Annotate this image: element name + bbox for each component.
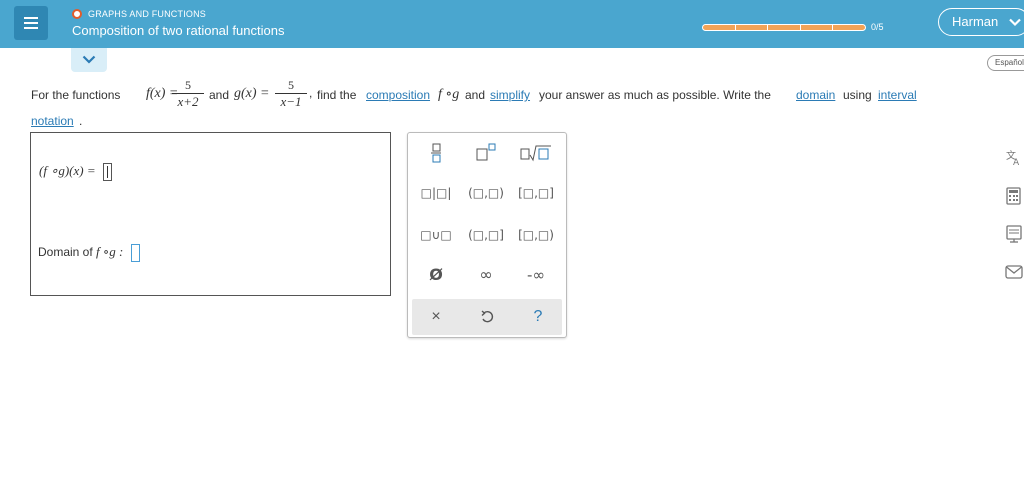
progress-segment [801,25,834,30]
menu-icon-line [24,17,38,19]
f-numerator: 5 [185,78,191,92]
topic-label: GRAPHS AND FUNCTIONS [88,9,207,19]
question-intro: For the functions [31,88,121,102]
composition-link[interactable]: composition [366,88,430,102]
progress-segment [833,25,865,30]
message-icon[interactable] [1004,262,1024,282]
progress-label: 0/5 [871,22,884,32]
superscript-key[interactable] [464,139,508,167]
collapse-header-button[interactable] [71,48,107,72]
progress-segment [736,25,769,30]
square-root-icon [520,145,551,162]
open-interval-key[interactable]: (□,□) [464,179,508,207]
question-period: . [79,114,83,128]
undo-icon [481,310,494,323]
domain-link[interactable]: domain [796,88,835,102]
g-denominator: x−1 [280,94,302,109]
fraction-icon [431,143,441,163]
text-cursor [106,166,108,179]
f-denominator: x+2 [177,94,199,109]
undo-button[interactable] [465,303,509,331]
negative-infinity-key[interactable]: -∞ [514,261,558,289]
menu-icon-line [24,27,38,29]
question-and-2: and [465,88,486,102]
composition-answer-row: (f ∘g)(x) = [39,163,112,182]
union-key[interactable]: □∪□ [414,221,458,249]
g-definition-lhs: g(x) = [234,86,270,101]
infinity-key[interactable]: ∞ [464,261,508,289]
question-comma: , [309,86,313,100]
user-name: Harman [952,14,999,29]
closed-interval-key[interactable]: [□,□] [514,179,558,207]
user-menu-button[interactable]: Harman [938,8,1024,36]
fraction-key[interactable] [414,139,458,167]
open-closed-interval-key[interactable]: (□,□] [464,221,508,249]
menu-icon-line [24,22,38,24]
translate-icon[interactable]: 文A [1004,147,1024,168]
progress-bar [702,24,866,31]
menu-button[interactable] [14,6,48,40]
fog-expression: f ∘g [438,87,460,102]
progress-segment [768,25,801,30]
question-rest: your answer as much as possible. Write t… [539,88,771,102]
clear-button[interactable]: × [414,303,458,331]
help-button[interactable]: ? [516,303,560,331]
question-and: and [209,88,230,102]
topic-row: GRAPHS AND FUNCTIONS [72,8,206,20]
page-title: Composition of two rational functions [72,23,285,38]
topic-status-icon [72,9,82,19]
notation-link[interactable]: notation [31,114,74,128]
g-fraction: 5 x−1 [275,77,307,110]
domain-answer-input[interactable] [130,244,140,262]
sqrt-key[interactable] [514,139,558,167]
math-keypad: □|□| (□,□) [□,□] □∪□ (□,□] [□,□) Ø ∞ -∞ … [407,132,567,338]
answer-area: (f ∘g)(x) = Domain of f ∘g : [30,132,391,296]
superscript-icon [476,143,496,161]
question-find-the: find the [317,88,357,102]
domain-answer-row: Domain of f ∘g : [38,244,140,262]
question-using: using [843,88,872,102]
f-fraction: 5 x+2 [172,77,204,110]
simplify-link[interactable]: simplify [490,88,530,102]
absolute-value-key[interactable]: □|□| [414,179,458,207]
progress-segment [703,25,736,30]
keypad-action-row: × ? [412,299,562,335]
g-numerator: 5 [288,78,294,92]
chevron-down-icon [82,55,96,64]
chevron-down-icon [1009,18,1021,27]
domain-label: Domain of [38,245,93,260]
language-button[interactable]: Español [987,55,1024,71]
svg-text:A: A [1013,158,1020,167]
composition-label: (f ∘g)(x) = [39,163,96,178]
domain-function: f ∘g : [96,244,124,260]
interval-link[interactable]: interval [878,88,917,102]
top-header: GRAPHS AND FUNCTIONS Composition of two … [0,0,1024,48]
empty-set-key[interactable]: Ø [414,261,458,289]
textbook-icon[interactable] [1004,224,1024,244]
closed-open-interval-key[interactable]: [□,□) [514,221,558,249]
calculator-icon[interactable] [1004,186,1024,206]
composition-answer-input[interactable] [102,163,112,182]
